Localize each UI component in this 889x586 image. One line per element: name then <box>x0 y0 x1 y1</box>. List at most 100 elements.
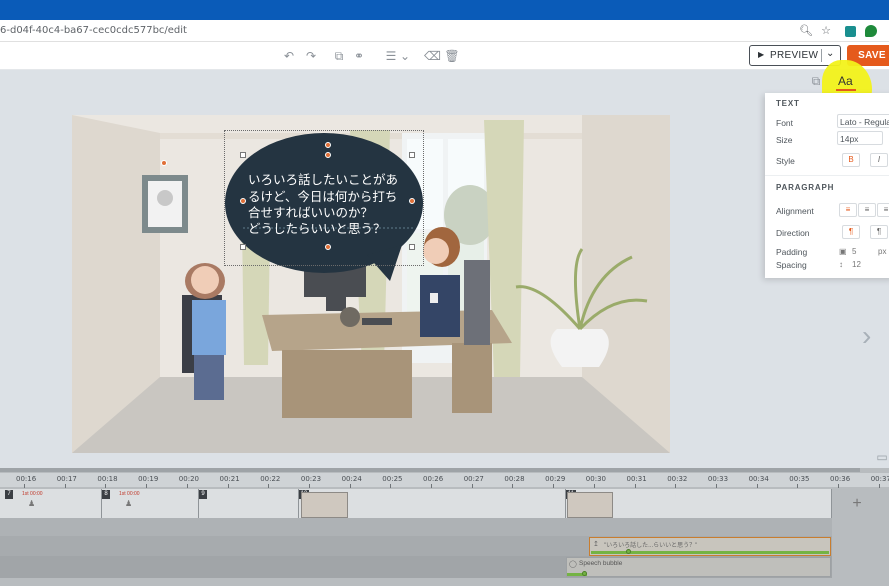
italic-button[interactable]: I <box>870 153 888 167</box>
ruler-tick <box>797 484 799 488</box>
ruler-tick <box>24 484 25 488</box>
scene-thumbnail[interactable] <box>301 492 348 518</box>
scene-thumbnail[interactable] <box>567 492 613 518</box>
divider <box>765 175 889 176</box>
scene-number[interactable]: 9 <box>199 490 207 499</box>
ruler-tick <box>593 484 595 488</box>
ruler-tick <box>268 484 270 488</box>
text-clip-icon: ↥ <box>593 541 599 548</box>
ruler-tick <box>146 484 148 488</box>
ruler-tick <box>715 484 717 488</box>
resize-handle[interactable] <box>240 198 246 204</box>
chevron-down-icon[interactable]: ⌄ <box>826 48 834 59</box>
clip-keyframe[interactable] <box>626 549 631 554</box>
resize-handle[interactable] <box>409 152 415 158</box>
ruler-tick-label: 00:33 <box>707 475 729 483</box>
preview-label: PREVIEW <box>770 50 819 61</box>
ruler-tick-label: 00:29 <box>545 475 566 483</box>
extension-icon[interactable] <box>845 26 856 37</box>
redo-icon[interactable]: ↷ <box>303 48 319 64</box>
link-icon[interactable]: ⚭ <box>351 48 367 64</box>
ruler-tick <box>390 484 392 488</box>
scene-time: 1st 00:00 <box>22 491 43 497</box>
url-text[interactable]: 6-d04f-40c4-ba67-cec0cdc577bc/edit <box>0 25 187 36</box>
ruler-tick-label: 00:19 <box>138 475 159 483</box>
align-center-icon[interactable]: ≡ <box>858 203 876 217</box>
spacing-icon: ↕ <box>839 260 843 269</box>
bubble-layer-icon: ◯ <box>569 561 577 568</box>
section-title-paragraph: PARAGRAPH <box>776 183 835 192</box>
address-bar[interactable]: 6-d04f-40c4-ba67-cec0cdc577bc/edit 🔍︎ ☆ <box>0 20 889 42</box>
add-scene-button[interactable]: + <box>841 493 873 515</box>
zoom-icon[interactable]: 🔍︎ <box>798 23 814 39</box>
direction-label: Direction <box>776 228 810 238</box>
rotate-handle[interactable] <box>325 142 331 148</box>
align-right-icon[interactable]: ≡ <box>877 203 889 217</box>
text-properties-button[interactable]: Aa <box>838 74 853 88</box>
ltr-direction-icon[interactable]: ¶ <box>842 225 860 239</box>
preview-button[interactable]: ▶ PREVIEW ⌄ <box>749 45 841 66</box>
scene-number[interactable]: 8 <box>102 490 110 499</box>
font-select[interactable]: Lato - Regular <box>837 114 889 128</box>
ruler-tick <box>512 484 514 488</box>
size-select[interactable]: 14px <box>837 131 883 145</box>
ruler-tick-label: 00:18 <box>97 475 118 483</box>
evernote-icon[interactable] <box>865 25 877 37</box>
ruler-tick <box>634 484 636 488</box>
next-scene-arrow-icon[interactable]: › <box>862 320 871 352</box>
copy-icon[interactable]: ⧉ <box>331 48 347 64</box>
divider <box>821 49 822 62</box>
ruler-tick-label: 00:34 <box>748 475 769 483</box>
ruler-tick <box>105 484 107 488</box>
ruler-tick-label: 00:20 <box>178 475 199 483</box>
resize-handle[interactable] <box>409 198 415 204</box>
timeline-row <box>0 518 832 536</box>
ruler-tick-label: 00:25 <box>382 475 403 483</box>
clip-keyframe[interactable] <box>582 571 587 576</box>
ruler-tick-label: 00:27 <box>463 475 484 483</box>
spacing-label: Spacing <box>776 260 807 270</box>
timeline-scrollbar[interactable] <box>0 468 860 472</box>
ruler-tick-label: 00:22 <box>260 475 281 483</box>
ruler-tick <box>553 484 555 488</box>
ruler-tick <box>64 484 66 488</box>
spacing-value[interactable]: 12 <box>852 260 861 269</box>
padding-value[interactable]: 5 <box>852 247 856 256</box>
ruler-tick <box>186 484 188 488</box>
scene-number[interactable]: 7 <box>5 490 13 499</box>
size-value: 14px <box>840 134 859 144</box>
resize-handle[interactable] <box>325 244 331 250</box>
anchor-handle[interactable] <box>161 160 167 166</box>
font-value: Lato - Regular <box>840 117 889 127</box>
resize-handle[interactable] <box>240 152 246 158</box>
clear-icon[interactable]: ⌫ <box>424 48 441 64</box>
ruler-tick <box>675 484 677 488</box>
scene-divider <box>831 489 832 518</box>
scene-time: 1st 00:00 <box>119 491 140 497</box>
undo-icon[interactable]: ↶ <box>281 48 297 64</box>
bold-button[interactable]: B <box>842 153 860 167</box>
character-thumb-icon: ♟ <box>28 499 36 508</box>
play-icon: ▶ <box>758 50 765 59</box>
rtl-direction-icon[interactable]: ¶ <box>870 225 888 239</box>
ruler-tick-label: 00:23 <box>300 475 322 483</box>
ruler-tick <box>878 484 880 488</box>
section-title-text: TEXT <box>776 99 800 108</box>
resize-handle[interactable] <box>240 244 246 250</box>
align-left-icon[interactable]: ≡ <box>839 203 857 217</box>
ruler-tick-label: 00:28 <box>504 475 525 483</box>
selection-box[interactable] <box>224 130 424 266</box>
ruler-tick-label: 00:31 <box>626 475 647 483</box>
character-thumb-icon: ♟ <box>125 499 133 508</box>
fullscreen-icon[interactable]: ▭ <box>874 449 889 465</box>
ruler-tick-label: 00:16 <box>16 475 37 483</box>
arrange-icon[interactable]: ⧉ <box>808 73 824 89</box>
window-title-bar <box>0 0 889 20</box>
chevron-down-icon[interactable]: ⌄ <box>397 48 413 64</box>
ruler-tick-label: 00:37 <box>870 475 889 483</box>
trash-icon[interactable]: 🗑︎ <box>444 48 460 64</box>
star-icon[interactable]: ☆ <box>818 23 834 39</box>
speech-bubble-layer-clip[interactable]: ◯ Speech bubble <box>566 557 831 577</box>
resize-handle[interactable] <box>409 244 415 250</box>
resize-handle[interactable] <box>325 152 331 158</box>
